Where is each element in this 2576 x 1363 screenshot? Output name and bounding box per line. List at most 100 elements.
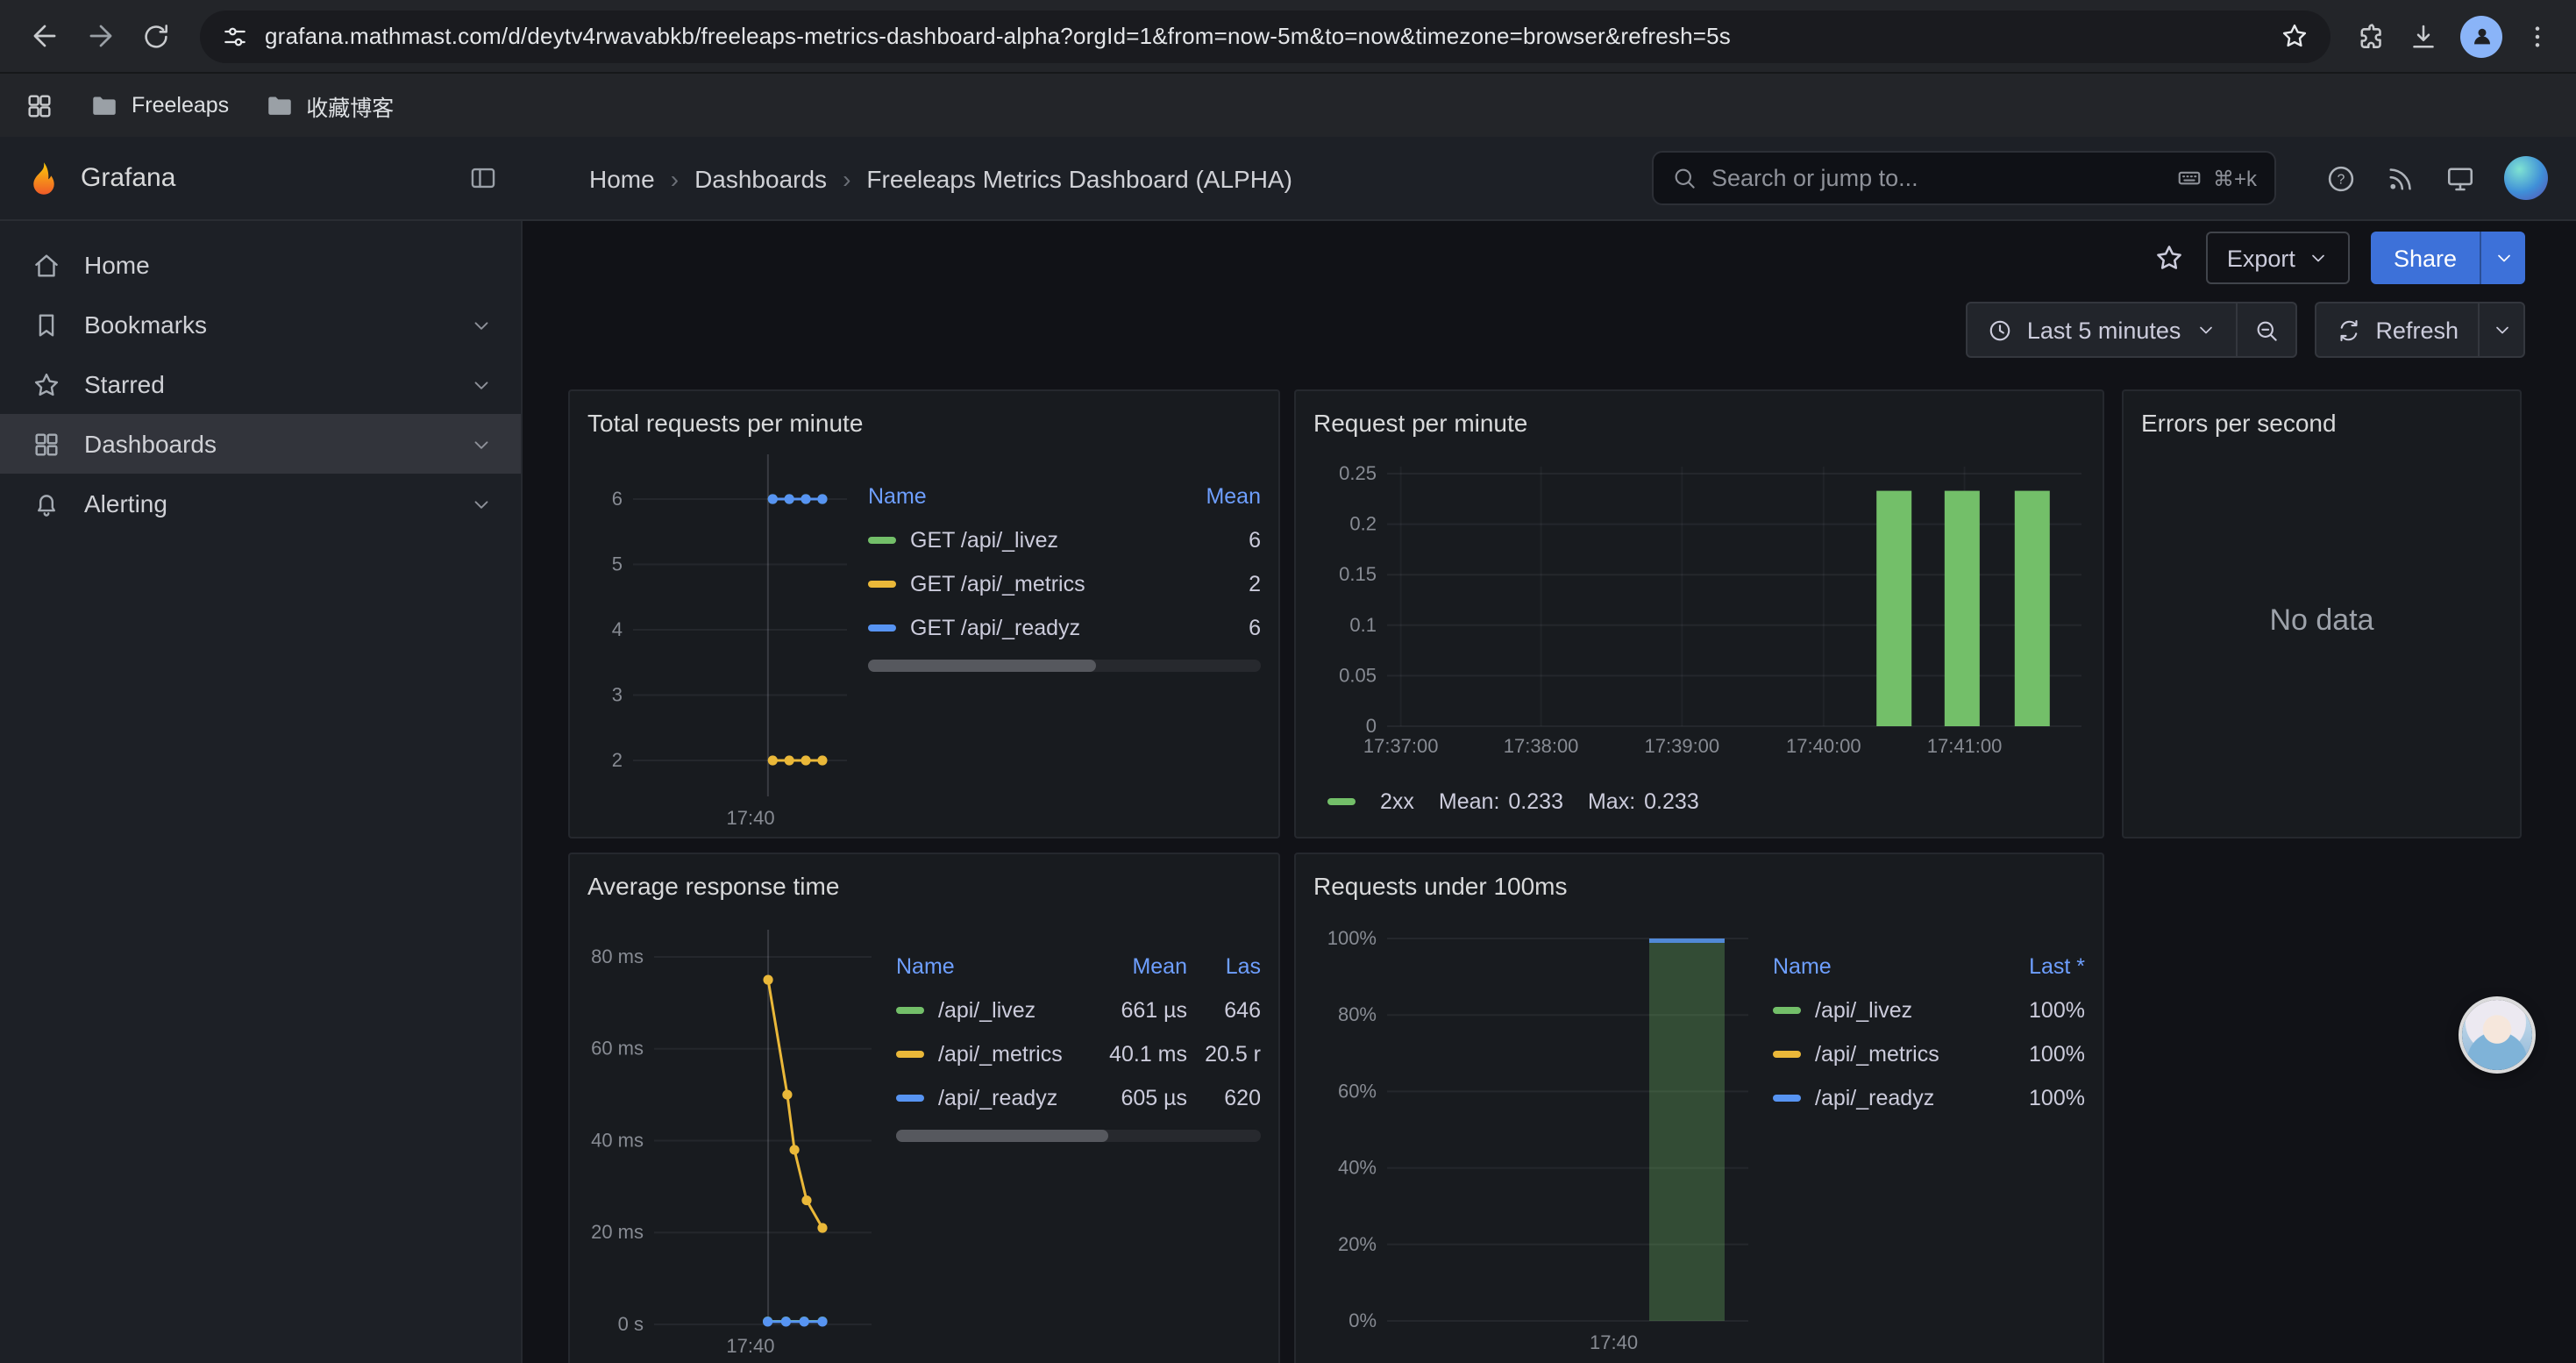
series-name[interactable]: GET /api/_readyz — [910, 615, 1080, 639]
legend-column-header[interactable]: Name — [1773, 953, 2004, 978]
share-button[interactable]: Share — [2371, 232, 2525, 284]
sidebar-item-alerting[interactable]: Alerting — [0, 474, 521, 533]
breadcrumb-dashboards[interactable]: Dashboards — [694, 164, 827, 192]
legend-column-header[interactable]: Las — [1187, 953, 1261, 978]
panel-requests-under-100ms: Requests under 100ms 100%80%60%40%20%0%1… — [1294, 853, 2104, 1363]
legend-row[interactable]: /api/_livez661 µs646 — [896, 988, 1261, 1031]
legend-row[interactable]: /api/_metrics40.1 ms20.5 r — [896, 1031, 1261, 1075]
zoom-out-button[interactable] — [2235, 303, 2295, 356]
legend-row[interactable]: GET /api/_livez6 — [868, 517, 1261, 561]
series-name[interactable]: 2xx — [1380, 789, 1414, 814]
series-name[interactable]: GET /api/_livez — [910, 527, 1058, 552]
panel-average-response-time: Average response time 80 ms60 ms40 ms20 … — [568, 853, 1280, 1363]
sidebar-item-label: Bookmarks — [84, 310, 207, 339]
search-input[interactable]: Search or jump to... ⌘+k — [1652, 151, 2276, 205]
reload-icon[interactable] — [130, 10, 182, 62]
max-label: Max: — [1588, 789, 1635, 814]
series-name[interactable]: GET /api/_metrics — [910, 571, 1085, 596]
chevron-down-icon[interactable] — [470, 313, 493, 336]
legend-header: NameLast * — [1773, 944, 2085, 988]
bookmark-folder-freeleaps[interactable]: Freeleaps — [89, 90, 229, 120]
refresh-button[interactable]: Refresh — [2316, 303, 2478, 356]
extensions-icon[interactable] — [2355, 20, 2387, 52]
chevron-down-icon[interactable] — [470, 492, 493, 515]
share-label[interactable]: Share — [2371, 232, 2480, 284]
series-name[interactable]: /api/_livez — [938, 997, 1035, 1022]
panel-title[interactable]: Average response time — [587, 863, 1261, 909]
svg-text:0 s: 0 s — [618, 1313, 644, 1335]
series-name[interactable]: /api/_livez — [1815, 997, 1912, 1022]
svg-text:0.2: 0.2 — [1349, 513, 1377, 535]
share-dropdown-icon[interactable] — [2480, 232, 2525, 284]
refresh-interval-dropdown[interactable] — [2478, 303, 2523, 356]
legend-column-header[interactable]: Name — [868, 483, 1180, 508]
series-value: 40.1 ms — [1089, 1041, 1187, 1066]
series-name[interactable]: /api/_readyz — [1815, 1085, 1934, 1110]
panel-title[interactable]: Requests under 100ms — [1313, 863, 2085, 909]
url-text[interactable]: grafana.mathmast.com/d/deytv4rwavabkb/fr… — [265, 23, 2264, 49]
total-requests-chart[interactable]: 6543217:40 — [587, 446, 850, 828]
panel-title[interactable]: Errors per second — [2141, 400, 2502, 446]
legend-column-header[interactable]: Name — [896, 953, 1089, 978]
series-value: 100% — [2004, 1085, 2085, 1110]
sidebar-item-starred[interactable]: Starred — [0, 354, 521, 414]
sidebar-toggle-icon[interactable] — [468, 163, 498, 193]
sidebar-item-label: Home — [84, 251, 150, 279]
user-avatar[interactable] — [2504, 156, 2548, 200]
site-settings-icon[interactable] — [221, 22, 249, 50]
breadcrumb-current: Freeleaps Metrics Dashboard (ALPHA) — [866, 164, 1292, 192]
forward-icon[interactable] — [74, 10, 126, 62]
sidebar-item-dashboards[interactable]: Dashboards — [0, 414, 521, 474]
panel-legend[interactable]: 2xx Mean: 0.233 Max: 0.233 — [1313, 789, 2085, 814]
series-name[interactable]: /api/_metrics — [938, 1041, 1063, 1066]
screen: grafana.mathmast.com/d/deytv4rwavabkb/fr… — [0, 0, 2576, 1363]
sidebar-item-home[interactable]: Home — [0, 235, 521, 295]
legend-column-header[interactable]: Last * — [2004, 953, 2085, 978]
apps-grid-icon[interactable] — [25, 90, 54, 120]
panel-title[interactable]: Total requests per minute — [587, 400, 1261, 446]
series-name[interactable]: /api/_metrics — [1815, 1041, 1939, 1066]
legend-column-header[interactable]: Mean — [1180, 483, 1261, 508]
kiosk-monitor-icon[interactable] — [2444, 162, 2476, 194]
series-value: 100% — [2004, 1041, 2085, 1066]
news-rss-icon[interactable] — [2385, 162, 2416, 194]
series-name[interactable]: /api/_readyz — [938, 1085, 1057, 1110]
url-bar[interactable]: grafana.mathmast.com/d/deytv4rwavabkb/fr… — [200, 10, 2330, 62]
legend-row[interactable]: /api/_readyz 100% — [1773, 1075, 2085, 1119]
panel-errors-per-second: Errors per second No data — [2122, 389, 2522, 838]
chevron-down-icon[interactable] — [470, 373, 493, 396]
legend-scrollbar[interactable] — [896, 1130, 1261, 1142]
legend-column-header[interactable]: Mean — [1089, 953, 1187, 978]
panel-title[interactable]: Request per minute — [1313, 400, 2085, 446]
bookmark-star-icon[interactable] — [2280, 21, 2309, 51]
legend-row[interactable]: GET /api/_readyz6 — [868, 605, 1261, 649]
chevron-down-icon[interactable] — [470, 432, 493, 455]
download-icon[interactable] — [2408, 20, 2439, 52]
breadcrumb-home[interactable]: Home — [589, 164, 655, 192]
dashboards-grid-icon — [32, 429, 61, 459]
export-button[interactable]: Export — [2206, 232, 2350, 284]
sidebar-item-bookmarks[interactable]: Bookmarks — [0, 295, 521, 354]
svg-text:4: 4 — [612, 618, 623, 640]
average-response-time-chart[interactable]: 80 ms60 ms40 ms20 ms0 s17:40 — [587, 909, 875, 1363]
svg-text:17:37:00: 17:37:00 — [1363, 735, 1439, 757]
legend-header: NameMean — [868, 474, 1261, 517]
floating-avatar[interactable] — [2462, 1000, 2532, 1070]
favorite-star-icon[interactable] — [2153, 242, 2185, 274]
back-icon[interactable] — [18, 10, 70, 62]
keyboard-icon — [2176, 165, 2202, 191]
legend-scrollbar[interactable] — [868, 660, 1261, 672]
help-icon[interactable]: ? — [2325, 162, 2357, 194]
browser-profile-avatar[interactable] — [2460, 15, 2502, 57]
chevron-down-icon — [2195, 319, 2216, 340]
bookmark-folder-blogs[interactable]: 收藏博客 — [264, 89, 394, 122]
requests-under-100ms-chart[interactable]: 100%80%60%40%20%0%17:40 — [1313, 909, 1752, 1358]
time-range-picker[interactable]: Last 5 minutes — [1968, 303, 2236, 356]
legend-row[interactable]: /api/_metrics 100% — [1773, 1031, 2085, 1075]
legend-row[interactable]: GET /api/_metrics2 — [868, 561, 1261, 605]
legend-row[interactable]: /api/_livez100% — [1773, 988, 2085, 1031]
browser-menu-icon[interactable] — [2523, 22, 2551, 50]
legend-row[interactable]: /api/_readyz605 µs620 — [896, 1075, 1261, 1119]
grafana-logo[interactable] — [25, 159, 63, 197]
request-per-minute-chart[interactable]: 0.250.20.150.10.05017:37:0017:38:0017:39… — [1313, 446, 2085, 772]
